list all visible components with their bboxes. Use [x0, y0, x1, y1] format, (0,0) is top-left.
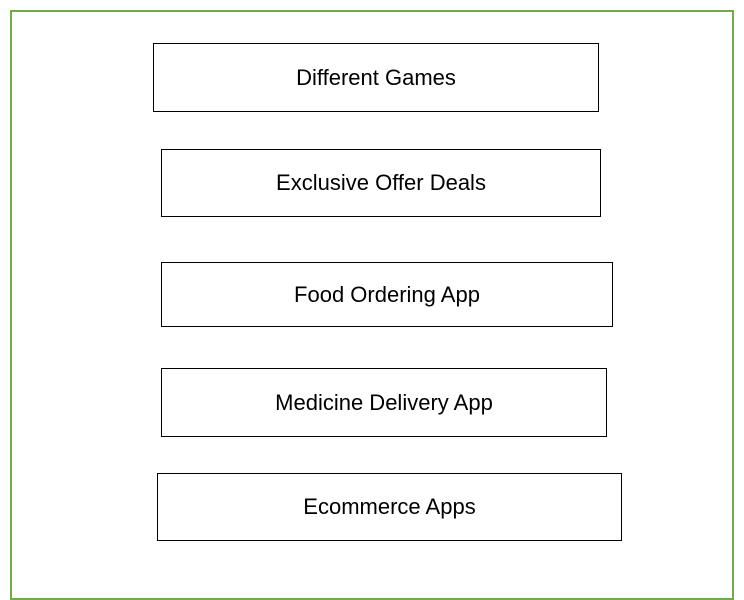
box-label: Food Ordering App: [294, 281, 480, 307]
box-label: Ecommerce Apps: [303, 494, 476, 519]
box-label: Exclusive Offer Deals: [276, 170, 486, 195]
box-ecommerce-apps: Ecommerce Apps: [157, 473, 622, 541]
box-label: Medicine Delivery App: [275, 389, 493, 415]
box-medicine-delivery-app: Medicine Delivery App: [161, 368, 607, 437]
box-food-ordering-app: Food Ordering App: [161, 262, 613, 327]
box-exclusive-offer-deals: Exclusive Offer Deals: [161, 149, 601, 217]
box-label: Different Games: [296, 64, 456, 90]
box-different-games: Different Games: [153, 43, 599, 112]
